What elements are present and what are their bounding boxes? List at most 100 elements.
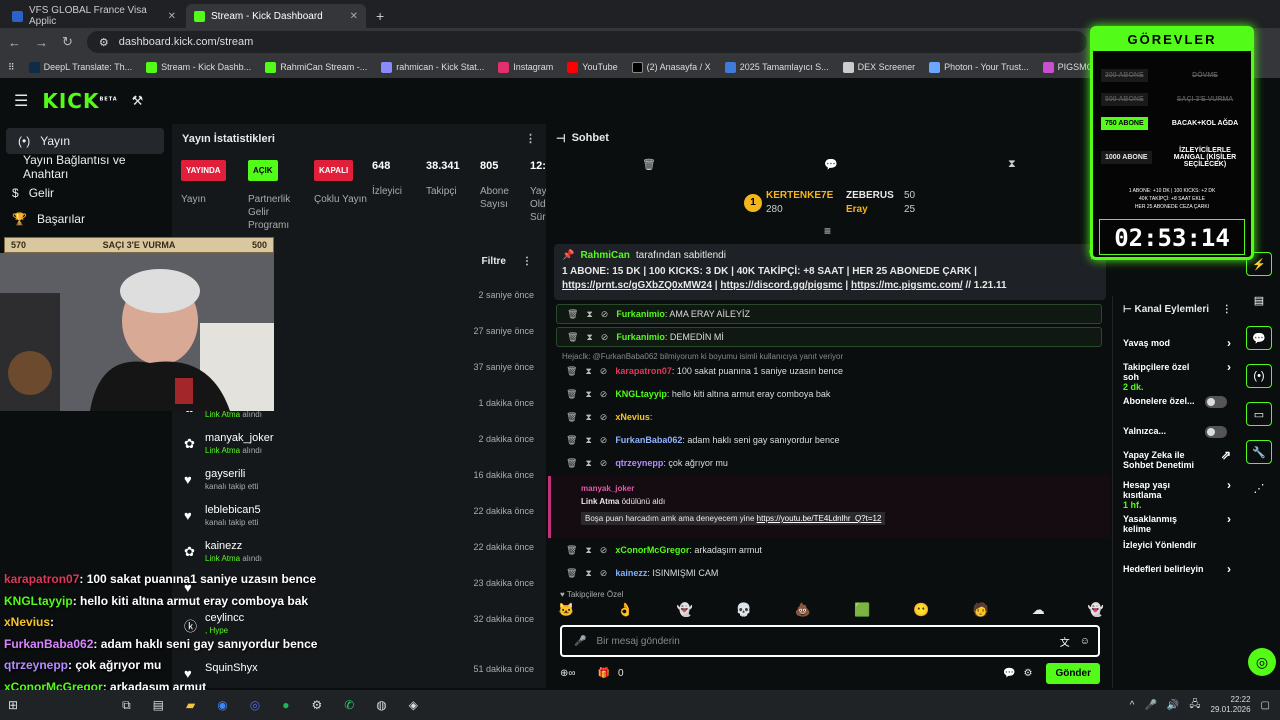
- activity-row[interactable]: ♥ leblebican5 kanalı takip etti 22 dakika …: [172, 500, 546, 536]
- app-icon[interactable]: ◈: [409, 698, 418, 712]
- chat-message[interactable]: 🗑 ⧗ ⊘ FurkanBaba062: adam haklı seni gay sa…: [556, 430, 1102, 450]
- broadcast-icon[interactable]: (•): [1246, 364, 1272, 388]
- chevron-up-icon[interactable]: ^: [1130, 700, 1135, 711]
- hourglass-icon[interactable]: ⧗: [585, 568, 591, 579]
- trash-icon[interactable]: 🗑: [567, 309, 578, 320]
- ban-icon[interactable]: ⊘: [601, 309, 609, 320]
- channel-action-item[interactable]: İzleyici Yönlendir: [1123, 540, 1233, 550]
- emote[interactable]: 💩: [795, 602, 811, 622]
- book-icon[interactable]: ▤: [1246, 288, 1272, 312]
- chat-username[interactable]: FurkanBaba062: [615, 435, 682, 445]
- chat-username[interactable]: xNevius: [615, 412, 650, 422]
- channel-action-item[interactable]: Takipçilere özel soh 2 dk. ›: [1123, 361, 1233, 392]
- bookmark-item[interactable]: Photon - Your Trust...: [929, 61, 1029, 73]
- close-icon[interactable]: ✕: [168, 11, 176, 22]
- chat-username[interactable]: karapatron07: [615, 366, 672, 376]
- channel-action-item[interactable]: Yapay Zeka ile Sohbet Denetimi ⇗: [1123, 449, 1233, 470]
- channel-action-item[interactable]: Hedefleri belirleyin ›: [1123, 563, 1233, 575]
- hourglass-icon[interactable]: ⧗: [585, 412, 591, 423]
- chat-username[interactable]: xConorMcGregor: [615, 545, 689, 555]
- trash-icon[interactable]: 🗑: [566, 568, 577, 579]
- toggle-switch[interactable]: [1205, 426, 1227, 438]
- hourglass-icon[interactable]: ⧗: [1008, 158, 1016, 171]
- pinned-link[interactable]: https://mc.pigsmc.com/: [851, 280, 963, 291]
- emote[interactable]: 😶: [913, 602, 929, 622]
- pinned-link[interactable]: https://discord.gg/pigsmc: [720, 280, 842, 291]
- emoji-icon[interactable]: ☺: [1080, 636, 1090, 647]
- spotify-icon[interactable]: ●: [282, 698, 289, 712]
- chat-message[interactable]: 🗑 ⧗ ⊘ kainezz: ISINMIŞMI CAM: [556, 563, 1102, 583]
- files-icon[interactable]: ▤: [153, 698, 164, 712]
- channel-action-item[interactable]: Hesap yaşı kısıtlama 1 hf. ›: [1123, 479, 1233, 510]
- forward-icon[interactable]: →: [35, 35, 48, 50]
- emote[interactable]: 👌: [617, 602, 633, 622]
- volume-icon[interactable]: 🔊: [1167, 700, 1179, 711]
- ban-icon[interactable]: ⊘: [600, 458, 608, 469]
- trash-icon[interactable]: 🗑: [567, 332, 578, 343]
- trash-icon[interactable]: 🗑: [566, 545, 577, 556]
- url-field[interactable]: ⚙ dashboard.kick.com/stream: [86, 31, 1087, 53]
- chat-input[interactable]: 🎤 Bir mesaj gönderin 文 ☺: [560, 625, 1100, 657]
- share-icon[interactable]: ⋰: [1246, 476, 1272, 500]
- collapse-icon[interactable]: ⊣: [556, 132, 566, 145]
- points-icon[interactable]: ⊕∞: [560, 668, 576, 679]
- trash-icon[interactable]: 🗑: [566, 389, 577, 400]
- bookmark-item[interactable]: DeepL Translate: Th...: [28, 61, 132, 73]
- close-icon[interactable]: ✕: [350, 11, 358, 22]
- chat-message[interactable]: 🗑 ⧗ ⊘ Furkanimio: DEMEDİN Mİ: [556, 327, 1102, 347]
- hourglass-icon[interactable]: ⧗: [585, 366, 591, 377]
- chat-icon[interactable]: 💬: [1003, 668, 1015, 679]
- bookmark-item[interactable]: 2025 Tamamlayıcı S...: [724, 61, 829, 73]
- microphone-icon[interactable]: 🎤: [1144, 700, 1156, 711]
- more-options-icon[interactable]: ⋮: [522, 256, 532, 267]
- bookmark-item[interactable]: Stream - Kick Dashb...: [146, 61, 251, 73]
- sidebar-item-basarilar[interactable]: 🏆 Başarılar: [0, 206, 170, 232]
- sidebar-item-yayin[interactable]: (•) Yayın: [6, 128, 164, 154]
- sidebar-item-gelir[interactable]: $ Gelir: [0, 180, 170, 206]
- browser-tab-kick[interactable]: Stream - Kick Dashboard ✕: [186, 4, 366, 28]
- chat-message[interactable]: 🗑 ⧗ ⊘ qtrzeynepp: çok ağrıyor mu: [556, 453, 1102, 473]
- bookmark-item[interactable]: DEX Screener: [842, 61, 915, 73]
- channel-action-item[interactable]: Yasaklanmış kelime ›: [1123, 513, 1233, 534]
- channel-action-item[interactable]: Yalnızca...: [1123, 426, 1233, 438]
- trash-icon[interactable]: 🗑: [566, 435, 577, 446]
- chat-message[interactable]: 🗑 ⧗ ⊘ xNevius:: [556, 407, 1102, 427]
- discord-icon[interactable]: ◎: [250, 698, 260, 712]
- hourglass-icon[interactable]: ⧗: [585, 458, 591, 469]
- ban-icon[interactable]: ⊘: [600, 568, 608, 579]
- browser-tab-vfs[interactable]: VFS GLOBAL France Visa Applic ✕: [4, 4, 184, 28]
- kick-logo[interactable]: KICKBETA: [42, 89, 117, 113]
- bookmark-item[interactable]: Instagram: [498, 61, 553, 73]
- trash-icon[interactable]: 🗑: [566, 458, 577, 469]
- chat-username[interactable]: qtrzeynepp: [615, 458, 663, 468]
- emote[interactable]: 👻: [676, 602, 692, 622]
- channel-action-item[interactable]: Abonelere özel...: [1123, 396, 1233, 408]
- apps-icon[interactable]: ⠿: [8, 62, 15, 73]
- hourglass-icon[interactable]: ⧗: [585, 545, 591, 556]
- whatsapp-icon[interactable]: ✆: [344, 698, 354, 712]
- new-tab-button[interactable]: +: [368, 8, 392, 28]
- ban-icon[interactable]: ⊘: [600, 389, 608, 400]
- hourglass-icon[interactable]: ⧗: [586, 332, 592, 343]
- chat-username[interactable]: kainezz: [615, 568, 647, 578]
- site-info-icon[interactable]: ⚙: [99, 36, 109, 49]
- wrench-icon[interactable]: 🔧: [1246, 440, 1272, 464]
- help-icon[interactable]: ◎: [1248, 648, 1276, 676]
- notification-icon[interactable]: ▢: [1261, 700, 1270, 711]
- settings-icon[interactable]: ⚙: [1023, 668, 1032, 679]
- chat-message[interactable]: 🗑 ⧗ ⊘ karapatron07: 100 sakat puanına 1 san…: [556, 361, 1102, 381]
- chat-message[interactable]: 🗑 ⧗ ⊘ KNGLtayyip: hello kiti altına armut e…: [556, 384, 1102, 404]
- trash-icon[interactable]: 🗑: [566, 412, 577, 423]
- folder-icon[interactable]: ▰: [186, 698, 195, 712]
- emote[interactable]: 🐱: [558, 602, 574, 622]
- ban-icon[interactable]: ⊘: [600, 545, 608, 556]
- more-options-icon[interactable]: ⋮: [525, 132, 536, 145]
- pinned-link[interactable]: https://prnt.sc/gGXbZQ0xMW24: [562, 280, 712, 291]
- gift-icon[interactable]: 🎁: [598, 668, 610, 679]
- expand-icon[interactable]: ≡: [824, 224, 831, 238]
- emote[interactable]: 🟩: [854, 602, 870, 622]
- activity-row[interactable]: ♥ gayserili kanalı takip etti 16 dakika ön…: [172, 464, 546, 500]
- toggle-switch[interactable]: [1205, 396, 1227, 408]
- activity-row[interactable]: ✿ manyak_joker Link Atma alındı 2 dakika ön…: [172, 428, 546, 464]
- chrome-icon[interactable]: ◉: [217, 698, 227, 712]
